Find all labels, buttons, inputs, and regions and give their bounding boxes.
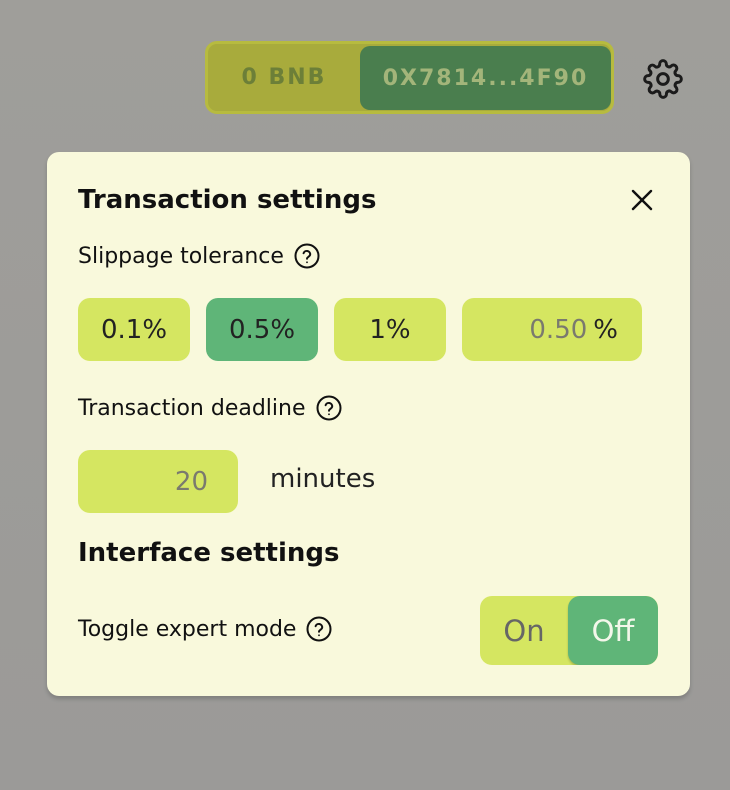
slippage-custom[interactable]: % [462, 298, 642, 361]
deadline-unit: minutes [270, 464, 376, 494]
help-icon[interactable] [294, 243, 320, 269]
gear-icon[interactable] [643, 59, 683, 99]
help-icon[interactable] [306, 616, 332, 642]
expert-mode-label: Toggle expert mode [78, 616, 297, 642]
wallet-address-button[interactable]: 0X7814...4F90 [360, 46, 611, 110]
expert-mode-label-row: Toggle expert mode [78, 616, 332, 642]
slippage-option-0-1[interactable]: 0.1% [78, 298, 190, 361]
modal-title: Transaction settings [78, 185, 377, 215]
expert-mode-off[interactable]: Off [568, 596, 658, 665]
expert-mode-on[interactable]: On [480, 596, 568, 665]
wallet-balance: 0 BNB [241, 65, 327, 90]
deadline-label-row: Transaction deadline [78, 395, 342, 421]
expert-mode-toggle[interactable]: On Off [480, 596, 658, 665]
deadline-label: Transaction deadline [78, 395, 306, 421]
slippage-option-0-5[interactable]: 0.5% [206, 298, 318, 361]
slippage-custom-input[interactable] [475, 313, 590, 346]
slippage-option-1[interactable]: 1% [334, 298, 446, 361]
interface-settings-title: Interface settings [78, 538, 340, 568]
slippage-percent-suffix: % [593, 314, 618, 345]
deadline-input[interactable] [106, 465, 210, 498]
wallet-status[interactable]: 0 BNB 0X7814...4F90 [205, 41, 614, 114]
help-icon[interactable] [316, 395, 342, 421]
close-icon[interactable] [630, 188, 654, 212]
slippage-label-row: Slippage tolerance [78, 243, 320, 269]
deadline-field[interactable] [78, 450, 238, 513]
transaction-settings-modal: Transaction settings Slippage tolerance … [47, 152, 690, 696]
slippage-label: Slippage tolerance [78, 243, 284, 269]
